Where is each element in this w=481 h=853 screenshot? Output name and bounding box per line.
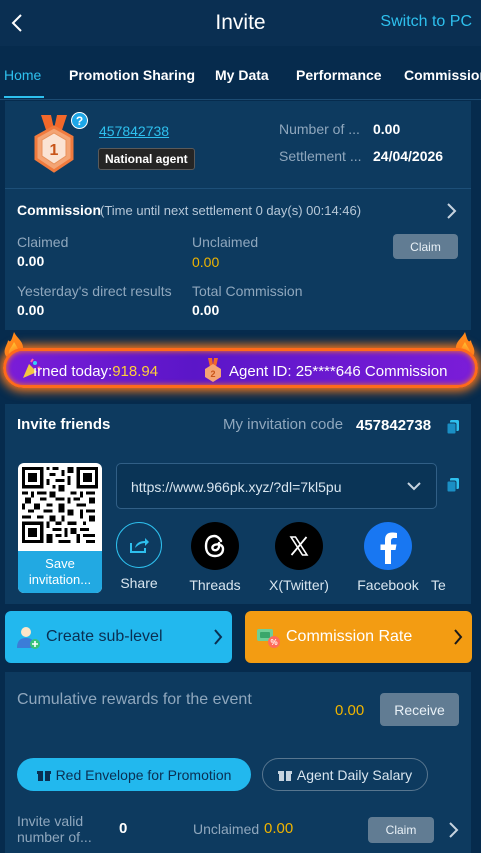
create-sub-level-label: Create sub-level: [46, 628, 163, 645]
save-invitation-button[interactable]: Save invitation...: [18, 551, 102, 593]
commission-rate-button[interactable]: % Commission Rate: [245, 611, 472, 663]
tab-promotion-sharing[interactable]: Promotion Sharing: [69, 67, 195, 83]
event-claim-button[interactable]: Claim: [368, 817, 434, 843]
earned-today-text: ırned today:918.94: [33, 363, 158, 380]
tab-commission[interactable]: Commission: [404, 67, 481, 83]
invite-valid-label: Invite valid number of...: [17, 813, 107, 845]
medal-icon: 2: [205, 358, 221, 382]
event-unclaimed-value: 0.00: [264, 820, 294, 837]
event-unclaimed-label: Unclaimed: [193, 821, 260, 837]
tab-bar: Home Promotion Sharing My Data Performan…: [0, 52, 481, 100]
earnings-marquee: ırned today:918.94 2 Agent ID: 25****646…: [0, 330, 481, 408]
earned-today-label: ırned today:: [33, 363, 113, 380]
active-tab-indicator: [4, 96, 44, 98]
share-icon: [116, 522, 162, 568]
total-commission-label: Total Commission: [192, 283, 303, 299]
save-invitation-label: Save: [45, 556, 75, 571]
switch-to-pc-link[interactable]: Switch to PC: [380, 13, 472, 31]
invite-url: https://www.966pk.xyz/?dl=7kl5pu: [131, 479, 342, 495]
add-user-icon: [17, 627, 40, 649]
invite-valid-label-2: number of...: [17, 829, 92, 845]
event-rewards-title: Cumulative rewards for the event: [17, 691, 252, 708]
yesterday-results-label: Yesterday's direct results: [17, 283, 172, 299]
commission-rate-label: Commission Rate: [286, 628, 413, 645]
tab-home[interactable]: Home: [4, 67, 41, 83]
agent-level-badge: National agent: [98, 148, 195, 170]
agent-daily-salary-label: Agent Daily Salary: [296, 766, 413, 783]
claimed-label: Claimed: [17, 234, 69, 250]
tab-performance[interactable]: Performance: [296, 67, 382, 83]
event-rewards-amount: 0.00: [335, 702, 365, 719]
x-twitter-button[interactable]: X(Twitter): [259, 522, 339, 593]
chevron-down-icon: [407, 482, 421, 491]
receive-button[interactable]: Receive: [380, 693, 459, 726]
threads-button[interactable]: Threads: [175, 522, 255, 593]
facebook-icon: [364, 522, 412, 570]
chevron-right-icon: [454, 629, 463, 645]
commission-detail-button[interactable]: [444, 202, 458, 220]
agent-daily-salary-tab[interactable]: Agent Daily Salary: [262, 758, 428, 791]
share-label: Share: [120, 575, 158, 591]
commission-rate-icon: %: [257, 629, 280, 648]
qr-code-card[interactable]: Save invitation...: [18, 463, 102, 593]
invite-url-select[interactable]: https://www.966pk.xyz/?dl=7kl5pu: [116, 463, 437, 509]
unclaimed-value: 0.00: [192, 254, 220, 270]
top-bar: Invite Switch to PC: [0, 0, 481, 46]
facebook-button[interactable]: Facebook: [348, 522, 428, 593]
settlement-timer: (Time until next settlement 0 day(s) 00:…: [100, 203, 362, 218]
invitation-code: 457842738: [356, 417, 432, 434]
invite-valid-label-1: Invite valid: [17, 813, 84, 829]
qr-code-image: [22, 467, 98, 543]
unclaimed-label: Unclaimed: [192, 234, 259, 250]
tab-my-data[interactable]: My Data: [215, 67, 269, 83]
invite-valid-value: 0: [119, 820, 128, 837]
threads-icon: [191, 522, 239, 570]
agent-summary-panel: 1 ? 457842738 National agent Number of .…: [5, 101, 471, 330]
red-envelope-tab[interactable]: Red Envelope for Promotion: [17, 758, 251, 791]
total-commission-value: 0.00: [192, 302, 220, 318]
facebook-label: Facebook: [357, 577, 419, 593]
invite-friends-title: Invite friends: [17, 416, 111, 433]
x-twitter-label: X(Twitter): [269, 577, 329, 593]
create-sub-level-button[interactable]: Create sub-level: [5, 611, 232, 663]
gift-icon: [36, 770, 51, 781]
telegram-label: Te: [431, 577, 446, 593]
help-icon[interactable]: ?: [71, 112, 88, 129]
chevron-right-icon: [447, 203, 457, 219]
stat-label-settlement: Settlement ...: [279, 148, 362, 164]
claimed-value: 0.00: [17, 253, 45, 269]
stat-value-settlement: 24/04/2026: [373, 148, 444, 164]
x-twitter-icon: [275, 522, 323, 570]
gift-icon: [277, 770, 292, 781]
stat-value-number: 0.00: [373, 121, 401, 137]
copy-link-icon[interactable]: [445, 477, 461, 493]
agent-commission-text: Agent ID: 25****646 Commission: [229, 363, 448, 380]
red-envelope-label: Red Envelope for Promotion: [55, 766, 232, 783]
chevron-right-icon: [214, 629, 223, 645]
earned-today-amount: 918.94: [112, 363, 159, 380]
marquee-strip: ırned today:918.94 2 Agent ID: 25****646…: [3, 348, 478, 388]
event-detail-button[interactable]: [446, 821, 460, 839]
svg-text:%: %: [270, 638, 277, 647]
svg-text:2: 2: [210, 369, 215, 379]
commission-title: Commission: [17, 202, 102, 218]
telegram-button[interactable]: Te: [419, 522, 469, 593]
claim-commission-button[interactable]: Claim: [393, 234, 458, 259]
svg-text:1: 1: [50, 142, 59, 159]
share-button[interactable]: Share: [99, 522, 179, 591]
divider: [5, 188, 471, 189]
event-rewards-panel: Cumulative rewards for the event 0.00 Re…: [5, 672, 471, 853]
threads-label: Threads: [189, 577, 241, 593]
chevron-right-icon: [449, 822, 459, 838]
yesterday-results-value: 0.00: [17, 302, 45, 318]
invite-friends-panel: Invite friends My invitation code 457842…: [5, 404, 471, 604]
copy-code-icon[interactable]: [445, 419, 461, 435]
stat-label-number: Number of ...: [279, 121, 360, 137]
invitation-code-label: My invitation code: [223, 416, 344, 433]
user-id-link[interactable]: 457842738: [99, 123, 169, 139]
save-invitation-label-2: invitation...: [28, 572, 92, 587]
